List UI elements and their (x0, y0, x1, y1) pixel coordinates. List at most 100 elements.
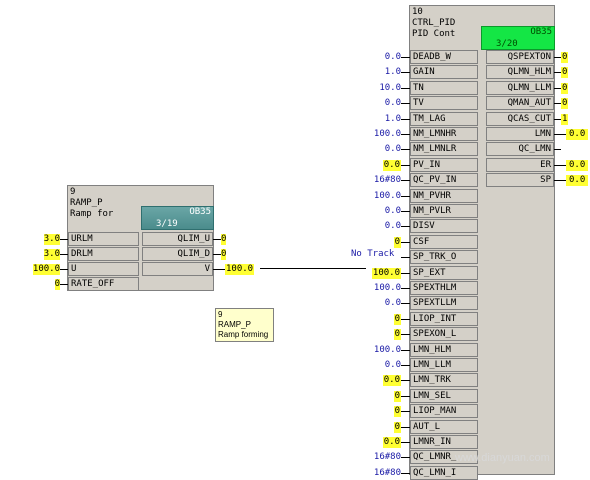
pid-input-qc-lmnr-wire (401, 457, 410, 458)
pid-input-deadb-w[interactable]: DEADB_W (410, 50, 478, 64)
pid-input-nm-pvlr-value[interactable]: 0.0 (385, 206, 401, 217)
pid-output-qlmn-hlm-value[interactable]: 0 (561, 67, 569, 78)
pid-input-lmn-trk-value[interactable]: 0.0 (382, 375, 401, 386)
pid-output-qlmn-llm[interactable]: QLMN_LLM (486, 81, 554, 95)
pid-input-disv-value[interactable]: 0.0 (385, 221, 401, 232)
pid-output-qcas-cut-value[interactable]: 1 (561, 114, 569, 125)
pid-input-liop-man-value[interactable]: 0 (393, 406, 401, 417)
pid-output-sp-value[interactable]: 0.0 (566, 175, 589, 186)
ramp-output-v[interactable]: V (142, 262, 213, 276)
connection-line[interactable] (260, 268, 366, 269)
pid-input-tm-lag-value[interactable]: 1.0 (385, 114, 401, 125)
pid-input-liop-man[interactable]: LIOP_MAN (410, 404, 478, 418)
pid-input-csf-value[interactable]: 0 (393, 237, 401, 248)
pid-input-lmn-llm-wire (401, 365, 410, 366)
pid-input-sp-ext[interactable]: SP_EXT (410, 266, 478, 280)
pid-input-spexon-l-value[interactable]: 0 (393, 329, 401, 340)
pid-input-nm-lmnlr[interactable]: NM_LMNLR (410, 142, 478, 156)
pid-input-nm-pvhr[interactable]: NM_PVHR (410, 189, 478, 203)
pid-output-qcas-cut[interactable]: QCAS_CUT (486, 112, 554, 126)
pid-input-lmn-sel-wire (401, 396, 410, 397)
pid-input-lmnr-in-value[interactable]: 0.0 (382, 437, 401, 448)
pid-input-pv-in-value[interactable]: 0.0 (382, 160, 401, 171)
pid-input-lmn-sel[interactable]: LMN_SEL (410, 389, 478, 403)
pid-input-spexthlm[interactable]: SPEXTHLM (410, 281, 478, 295)
pid-input-gain-value[interactable]: 1.0 (385, 67, 401, 78)
pid-output-er-value[interactable]: 0.0 (566, 160, 589, 171)
ramp-output-qlim-d-value[interactable]: 0 (221, 249, 227, 260)
pid-input-nm-pvhr-value[interactable]: 100.0 (374, 191, 401, 202)
pid-output-lmn-value[interactable]: 0.0 (566, 129, 589, 140)
pid-input-qc-pv-in[interactable]: QC_PV_IN (410, 173, 478, 187)
pid-input-spextllm[interactable]: SPEXTLLM (410, 296, 478, 310)
pid-input-tv[interactable]: TV (410, 96, 478, 110)
pid-input-lmnr-in[interactable]: LMNR_IN (410, 435, 478, 449)
pid-input-lmn-trk[interactable]: LMN_TRK (410, 373, 478, 387)
pid-input-spexthlm-value[interactable]: 100.0 (374, 283, 401, 294)
pid-output-lmn-wire (554, 134, 566, 135)
pid-output-qc-lmn[interactable]: QC_LMN (486, 142, 554, 156)
pid-output-qlmn-llm-value[interactable]: 0 (561, 83, 569, 94)
ramp-run-sequence-badge[interactable]: OB35 3/19 (141, 206, 214, 230)
pid-output-qc-lmn-wire (554, 149, 561, 150)
pid-output-sp[interactable]: SP (486, 173, 554, 187)
pid-input-aut-l[interactable]: AUT_L (410, 420, 478, 434)
pid-input-liop-int-value[interactable]: 0 (393, 314, 401, 325)
pid-input-nm-lmnlr-wire (401, 149, 410, 150)
pid-run-sequence-badge[interactable]: OB35 3/20 (481, 26, 555, 50)
ramp-output-qlim-d[interactable]: QLIM_D (142, 247, 213, 261)
pid-input-tn[interactable]: TN (410, 81, 478, 95)
pid-output-qman-aut-value[interactable]: 0 (561, 98, 569, 109)
pid-input-qc-lmn-i[interactable]: QC_LMN_I (410, 466, 478, 480)
ramp-input-urlm-value[interactable]: 3.0 (43, 234, 60, 245)
ramp-output-qlim-u[interactable]: QLIM_U (142, 232, 213, 246)
pid-input-deadb-w-value[interactable]: 0.0 (385, 52, 401, 63)
pid-input-nm-lmnhr[interactable]: NM_LMNHR (410, 127, 478, 141)
pid-output-qman-aut[interactable]: QMAN_AUT (486, 96, 554, 110)
pid-input-qc-lmnr-value[interactable]: 16#80 (374, 452, 401, 463)
pid-output-qspexton-value[interactable]: 0 (561, 52, 569, 63)
pid-input-lmn-llm-value[interactable]: 0.0 (385, 360, 401, 371)
pid-input-spextllm-value[interactable]: 0.0 (385, 298, 401, 309)
pid-input-lmn-sel-value[interactable]: 0 (393, 391, 401, 402)
pid-input-nm-lmnlr-value[interactable]: 0.0 (385, 144, 401, 155)
pid-input-pv-in[interactable]: PV_IN (410, 158, 478, 172)
pid-input-lmn-llm[interactable]: LMN_LLM (410, 358, 478, 372)
pid-input-sp-trk-o[interactable]: SP_TRK_O (410, 250, 478, 264)
pid-output-sp-wire (554, 180, 566, 181)
pid-output-qspexton-wire (554, 57, 561, 58)
pid-input-csf-wire (401, 242, 410, 243)
pid-input-tn-value[interactable]: 10.0 (379, 83, 401, 94)
pid-input-spexon-l[interactable]: SPEXON_L (410, 327, 478, 341)
pid-input-liop-int[interactable]: LIOP_INT (410, 312, 478, 326)
pid-input-disv[interactable]: DISV (410, 219, 478, 233)
pid-input-tv-value[interactable]: 0.0 (385, 98, 401, 109)
ramp-input-urlm[interactable]: URLM (68, 232, 139, 246)
pid-input-sp-ext-value[interactable]: 100.0 (371, 268, 401, 279)
ramp-input-u-value[interactable]: 100.0 (32, 264, 60, 275)
pid-input-aut-l-value[interactable]: 0 (393, 422, 401, 433)
ramp-input-rate-off-value[interactable]: 0 (54, 279, 60, 290)
ramp-output-v-value[interactable]: 100.0 (225, 264, 255, 275)
pid-input-gain[interactable]: GAIN (410, 65, 478, 79)
ramp-block-number: 9 (70, 187, 76, 197)
pid-input-lmn-hlm[interactable]: LMN_HLM (410, 343, 478, 357)
pid-input-csf[interactable]: CSF (410, 235, 478, 249)
pid-output-er[interactable]: ER (486, 158, 554, 172)
pid-output-qspexton[interactable]: QSPEXTON (486, 50, 554, 64)
pid-input-tm-lag[interactable]: TM_LAG (410, 112, 478, 126)
pid-output-qlmn-hlm[interactable]: QLMN_HLM (486, 65, 554, 79)
pid-output-lmn[interactable]: LMN (486, 127, 554, 141)
ramp-input-drlm-value[interactable]: 3.0 (43, 249, 60, 260)
pid-input-qc-pv-in-value[interactable]: 16#80 (374, 175, 401, 186)
ramp-input-u[interactable]: U (68, 262, 139, 276)
ramp-output-qlim-u-value[interactable]: 0 (221, 234, 227, 245)
pid-input-lmn-hlm-value[interactable]: 100.0 (374, 345, 401, 356)
pid-input-nm-lmnhr-value[interactable]: 100.0 (374, 129, 401, 140)
ramp-input-drlm[interactable]: DRLM (68, 247, 139, 261)
pid-input-nm-pvlr[interactable]: NM_PVLR (410, 204, 478, 218)
pid-input-qc-lmn-i-value[interactable]: 16#80 (374, 468, 401, 479)
pid-input-lmn-trk-wire (401, 380, 410, 381)
pid-ob-label: OB35 (530, 27, 552, 37)
ramp-input-rate-off[interactable]: RATE_OFF (68, 277, 139, 291)
